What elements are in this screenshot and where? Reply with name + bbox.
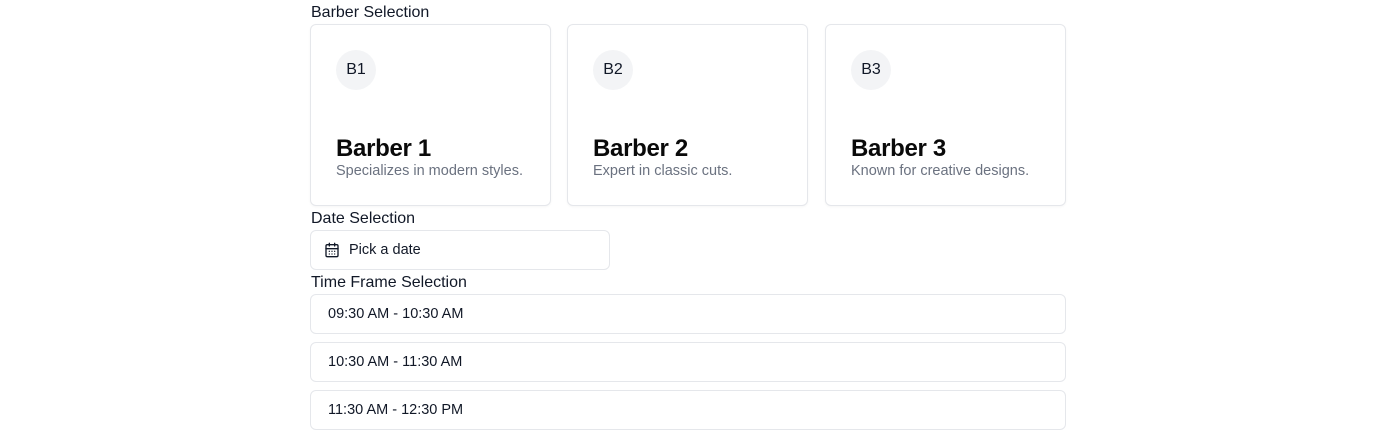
barber-name: Barber 2 [593,135,688,162]
barber-card-1[interactable]: B1 Barber 1 Specializes in modern styles… [310,24,551,206]
pick-date-label: Pick a date [349,242,421,258]
time-slot-button[interactable]: 10:30 AM - 11:30 AM [310,342,1066,382]
barber-description: Known for creative designs. [851,163,1030,179]
time-slot-button[interactable]: 11:30 AM - 12:30 PM [310,390,1066,430]
time-slot-button[interactable]: 09:30 AM - 10:30 AM [310,294,1066,334]
calendar-icon [324,242,340,258]
avatar: B3 [851,50,891,90]
date-selection-label: Date Selection [311,210,416,227]
barber-name: Barber 3 [851,135,946,162]
time-frame-selection-label: Time Frame Selection [311,274,467,291]
barber-description: Specializes in modern styles. [336,163,523,179]
avatar: B2 [593,50,633,90]
barber-selection-label: Barber Selection [311,4,430,21]
barber-card-3[interactable]: B3 Barber 3 Known for creative designs. [825,24,1066,206]
barber-card-list: B1 Barber 1 Specializes in modern styles… [310,24,1066,206]
barber-name: Barber 1 [336,135,431,162]
avatar: B1 [336,50,376,90]
pick-date-button[interactable]: Pick a date [310,230,610,270]
barber-card-2[interactable]: B2 Barber 2 Expert in classic cuts. [567,24,808,206]
barber-description: Expert in classic cuts. [593,163,733,179]
